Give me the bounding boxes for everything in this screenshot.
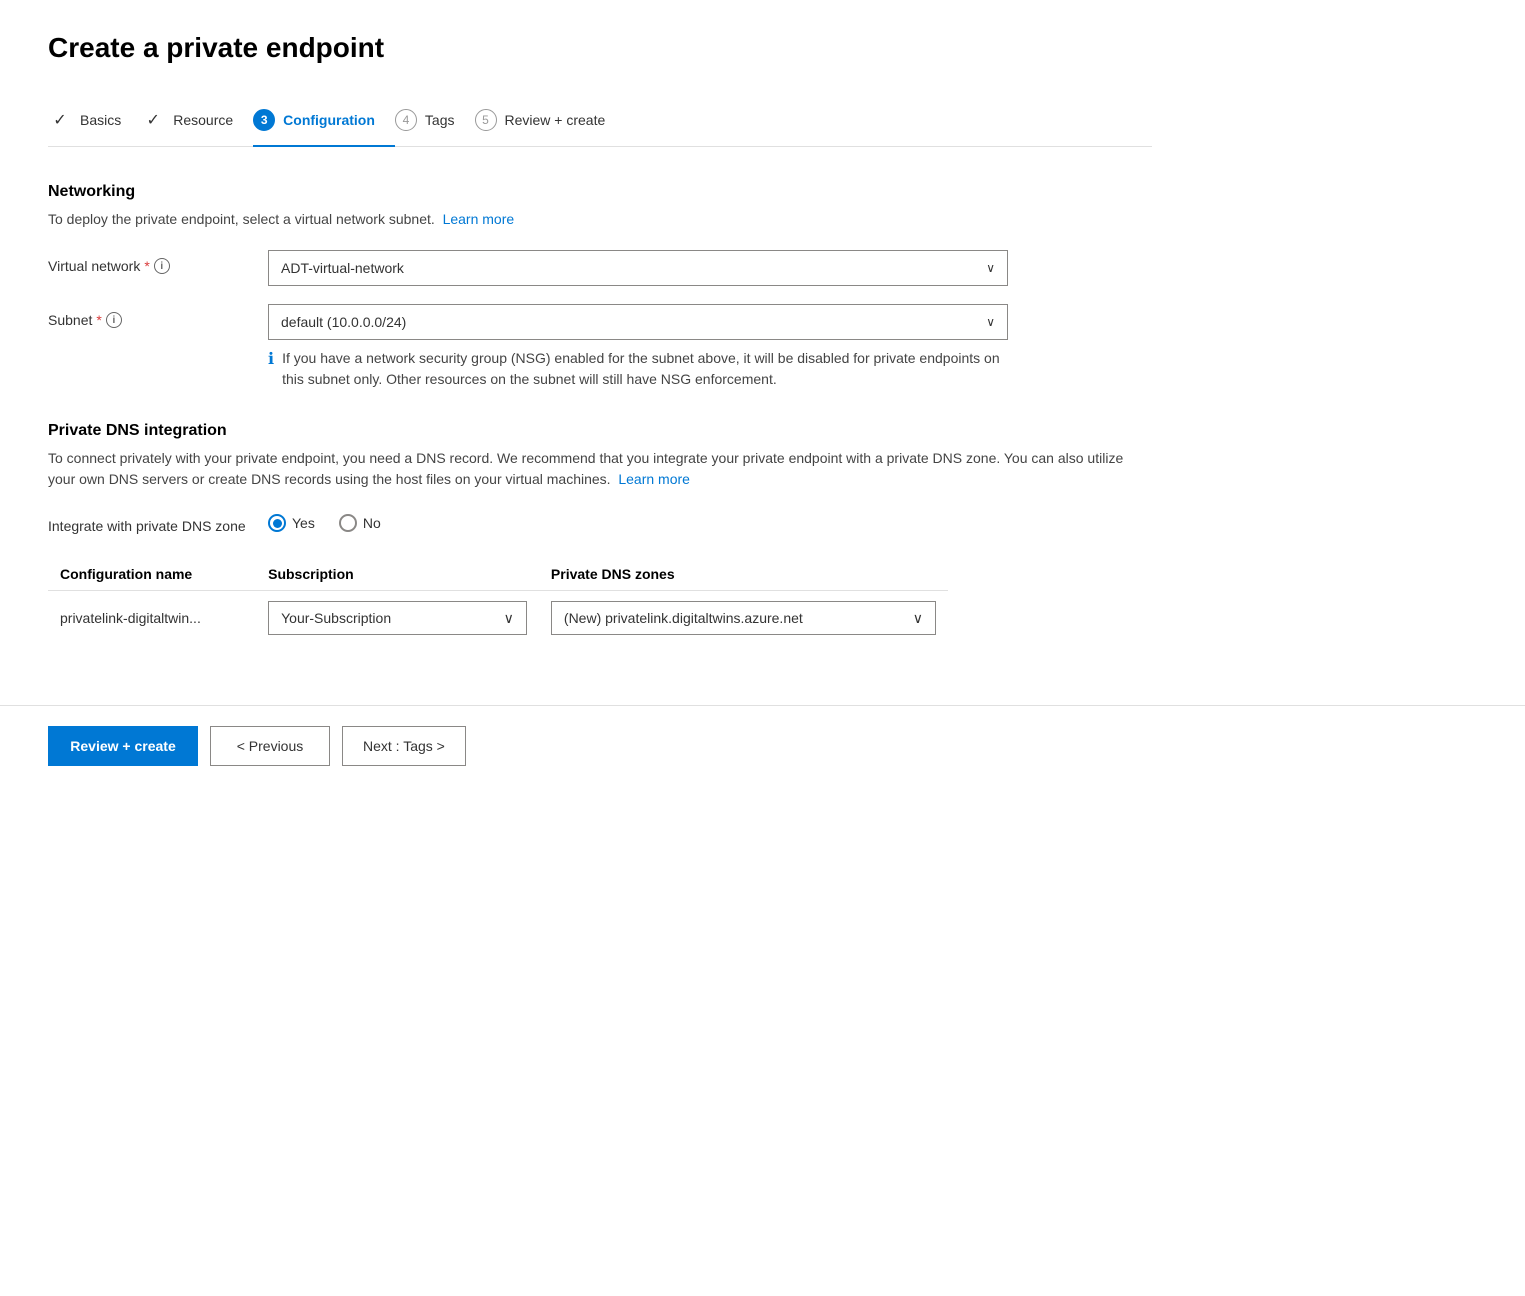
dns-integrate-row: Integrate with private DNS zone Yes No (48, 510, 1152, 534)
dns-learn-more[interactable]: Learn more (618, 471, 690, 487)
required-star-subnet: * (96, 312, 101, 328)
virtual-network-row: Virtual network * i ADT-virtual-network … (48, 250, 1152, 286)
step-basics-label: Basics (80, 112, 121, 128)
chevron-down-icon-vnet: ∨ (986, 261, 995, 275)
radio-outer-no (339, 514, 357, 532)
radio-yes-label: Yes (292, 515, 315, 531)
nsg-notice: ℹ If you have a network security group (… (268, 348, 1008, 390)
subnet-row: Subnet * i default (10.0.0.0/24) ∨ ℹ If … (48, 304, 1152, 390)
info-icon-vnet[interactable]: i (154, 258, 170, 274)
dns-table: Configuration name Subscription Private … (48, 558, 948, 645)
radio-inner-yes (273, 519, 282, 528)
col-config-name: Configuration name (48, 558, 256, 591)
radio-no-label: No (363, 515, 381, 531)
footer: Review + create < Previous Next : Tags > (0, 706, 1525, 786)
col-dns-zones: Private DNS zones (539, 558, 948, 591)
step-number-review: 5 (475, 109, 497, 131)
step-number-tags: 4 (395, 109, 417, 131)
dns-integrate-label: Integrate with private DNS zone (48, 510, 268, 534)
radio-outer-yes (268, 514, 286, 532)
step-basics[interactable]: ✓ Basics (48, 96, 141, 146)
chevron-down-icon-subscription: ∨ (504, 610, 514, 627)
dns-integrate-control: Yes No (268, 510, 1008, 532)
virtual-network-dropdown[interactable]: ADT-virtual-network ∨ (268, 250, 1008, 286)
dns-section: Private DNS integration To connect priva… (48, 422, 1152, 645)
dns-radio-group: Yes No (268, 510, 1008, 532)
radio-yes[interactable]: Yes (268, 514, 315, 532)
info-icon-nsg: ℹ (268, 349, 274, 369)
radio-no[interactable]: No (339, 514, 381, 532)
review-create-button[interactable]: Review + create (48, 726, 198, 766)
networking-learn-more[interactable]: Learn more (443, 211, 515, 227)
subnet-control: default (10.0.0.0/24) ∨ ℹ If you have a … (268, 304, 1008, 390)
wizard-steps: ✓ Basics ✓ Resource 3 Configuration 4 Ta… (48, 96, 1152, 147)
config-name-cell: privatelink-digitaltwin... (48, 591, 256, 646)
step-number-configuration: 3 (253, 109, 275, 131)
subscription-cell: Your-Subscription ∨ (256, 591, 539, 646)
virtual-network-value: ADT-virtual-network (281, 260, 404, 276)
dns-zone-value: (New) privatelink.digitaltwins.azure.net (564, 610, 803, 626)
previous-button[interactable]: < Previous (210, 726, 330, 766)
chevron-down-icon-dnszone: ∨ (913, 610, 923, 627)
required-star-vnet: * (144, 258, 149, 274)
table-row: privatelink-digitaltwin... Your-Subscrip… (48, 591, 948, 646)
step-resource[interactable]: ✓ Resource (141, 96, 253, 146)
subnet-dropdown[interactable]: default (10.0.0.0/24) ∨ (268, 304, 1008, 340)
step-configuration[interactable]: 3 Configuration (253, 97, 395, 147)
nsg-notice-text: If you have a network security group (NS… (282, 348, 1008, 390)
subnet-value: default (10.0.0.0/24) (281, 314, 406, 330)
page-title: Create a private endpoint (48, 32, 1152, 64)
dns-zone-dropdown[interactable]: (New) privatelink.digitaltwins.azure.net… (551, 601, 936, 635)
step-tags[interactable]: 4 Tags (395, 97, 475, 145)
info-icon-subnet[interactable]: i (106, 312, 122, 328)
step-review-create-label: Review + create (505, 112, 606, 128)
check-icon-resource: ✓ (147, 110, 160, 130)
networking-description: To deploy the private endpoint, select a… (48, 209, 1152, 230)
step-tags-label: Tags (425, 112, 455, 128)
subnet-label: Subnet * i (48, 304, 268, 328)
dns-description: To connect privately with your private e… (48, 448, 1152, 490)
col-subscription: Subscription (256, 558, 539, 591)
next-button[interactable]: Next : Tags > (342, 726, 466, 766)
subscription-value: Your-Subscription (281, 610, 391, 626)
networking-section: Networking To deploy the private endpoin… (48, 183, 1152, 390)
step-configuration-label: Configuration (283, 112, 375, 128)
networking-title: Networking (48, 183, 1152, 201)
subscription-dropdown[interactable]: Your-Subscription ∨ (268, 601, 527, 635)
dns-zone-cell: (New) privatelink.digitaltwins.azure.net… (539, 591, 948, 646)
chevron-down-icon-subnet: ∨ (986, 315, 995, 329)
dns-title: Private DNS integration (48, 422, 1152, 440)
step-resource-label: Resource (173, 112, 233, 128)
step-review-create[interactable]: 5 Review + create (475, 97, 626, 145)
check-icon-basics: ✓ (53, 110, 66, 130)
virtual-network-label: Virtual network * i (48, 250, 268, 274)
virtual-network-control: ADT-virtual-network ∨ (268, 250, 1008, 286)
